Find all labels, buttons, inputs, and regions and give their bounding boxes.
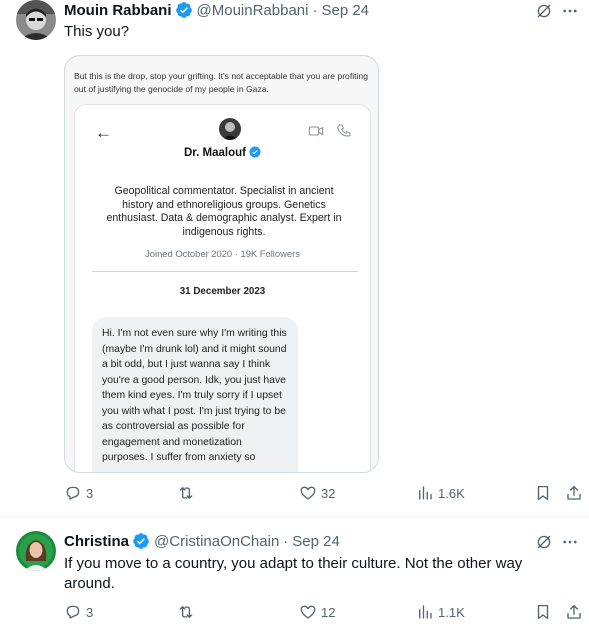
bookmark-button[interactable] [534, 484, 552, 502]
author-name[interactable]: Mouin Rabbani [64, 2, 172, 19]
reply-button[interactable]: 3 [64, 603, 93, 621]
reply-icon [66, 486, 80, 500]
tweet-image[interactable]: But this is the drop, stop your grifting… [64, 55, 379, 473]
bookmark-button[interactable] [534, 603, 552, 621]
views-button[interactable]: 1.1K [416, 603, 465, 621]
repost-button[interactable] [177, 484, 199, 502]
reply-count: 3 [86, 485, 94, 501]
like-icon [300, 605, 316, 619]
like-icon [300, 486, 316, 500]
verified-badge-icon [132, 532, 150, 550]
profile-joined: Joined October 2020 · 19K Followers [145, 248, 300, 259]
views-count: 1.1K [438, 604, 465, 620]
video-call-icon [308, 123, 324, 144]
more-icon[interactable] [561, 2, 579, 20]
reply-button[interactable]: 3 [64, 484, 93, 502]
share-button[interactable] [565, 603, 583, 621]
reply-icon [66, 605, 80, 619]
bookmark-icon [537, 604, 549, 620]
like-button[interactable]: 12 [299, 603, 335, 621]
divider [92, 271, 358, 272]
avatar[interactable] [16, 0, 56, 40]
views-icon [419, 486, 432, 500]
profile-avatar [219, 118, 241, 140]
verified-badge-icon [249, 146, 261, 158]
tweet[interactable]: Mouin Rabbani @MouinRabbani · Sep 24 Thi… [0, 0, 589, 517]
verified-badge-icon [175, 1, 193, 19]
views-icon [419, 605, 432, 619]
tweet[interactable]: Christina @CristinaOnChain · Sep 24 If y… [0, 518, 589, 631]
back-arrow-icon: ← [95, 123, 112, 142]
image-caption: But this is the drop, stop your grifting… [74, 71, 368, 94]
like-button[interactable]: 32 [299, 484, 335, 502]
share-icon [567, 485, 581, 500]
avatar[interactable] [16, 531, 56, 571]
profile-name: Dr. Maalouf [75, 146, 370, 159]
share-button[interactable] [565, 484, 583, 502]
action-bar: 3 32 1.6K [56, 484, 589, 506]
bookmark-icon [537, 485, 549, 501]
separator-dot: · [312, 1, 318, 19]
action-bar: 3 12 1.1K [56, 603, 589, 625]
tweet-header: Mouin Rabbani @MouinRabbani · Sep 24 [64, 1, 369, 19]
author-name[interactable]: Christina [64, 533, 129, 550]
dm-screenshot: ← Dr. Maalouf Geopolitical commentator. … [74, 104, 371, 472]
message-bubble: Hi. I'm not even sure why I'm writing th… [92, 317, 298, 472]
like-count: 32 [321, 485, 336, 501]
views-button[interactable]: 1.6K [416, 484, 465, 502]
repost-button[interactable] [177, 603, 199, 621]
views-count: 1.6K [438, 485, 465, 501]
phone-icon [336, 123, 352, 144]
grok-icon[interactable] [535, 533, 553, 551]
author-handle[interactable]: @CristinaOnChain [154, 533, 279, 550]
repost-icon [179, 606, 193, 618]
grok-icon[interactable] [535, 2, 553, 20]
reply-count: 3 [86, 604, 94, 620]
share-icon [567, 604, 581, 619]
profile-name-text: Dr. Maalouf [184, 147, 246, 159]
tweet-date[interactable]: Sep 24 [321, 2, 369, 19]
tweet-date[interactable]: Sep 24 [292, 533, 340, 550]
author-handle[interactable]: @MouinRabbani [197, 2, 309, 19]
tweet-text: If you move to a country, you adapt to t… [64, 555, 523, 592]
tweet-header: Christina @CristinaOnChain · Sep 24 [64, 532, 340, 550]
like-count: 12 [321, 604, 336, 620]
separator-dot: · [283, 532, 289, 550]
profile-bio: Geopolitical commentator. Specialist in … [106, 185, 342, 238]
repost-icon [179, 487, 193, 499]
tweet-text: This you? [64, 23, 130, 40]
conversation-date: 31 December 2023 [179, 286, 266, 297]
more-icon[interactable] [561, 533, 579, 551]
